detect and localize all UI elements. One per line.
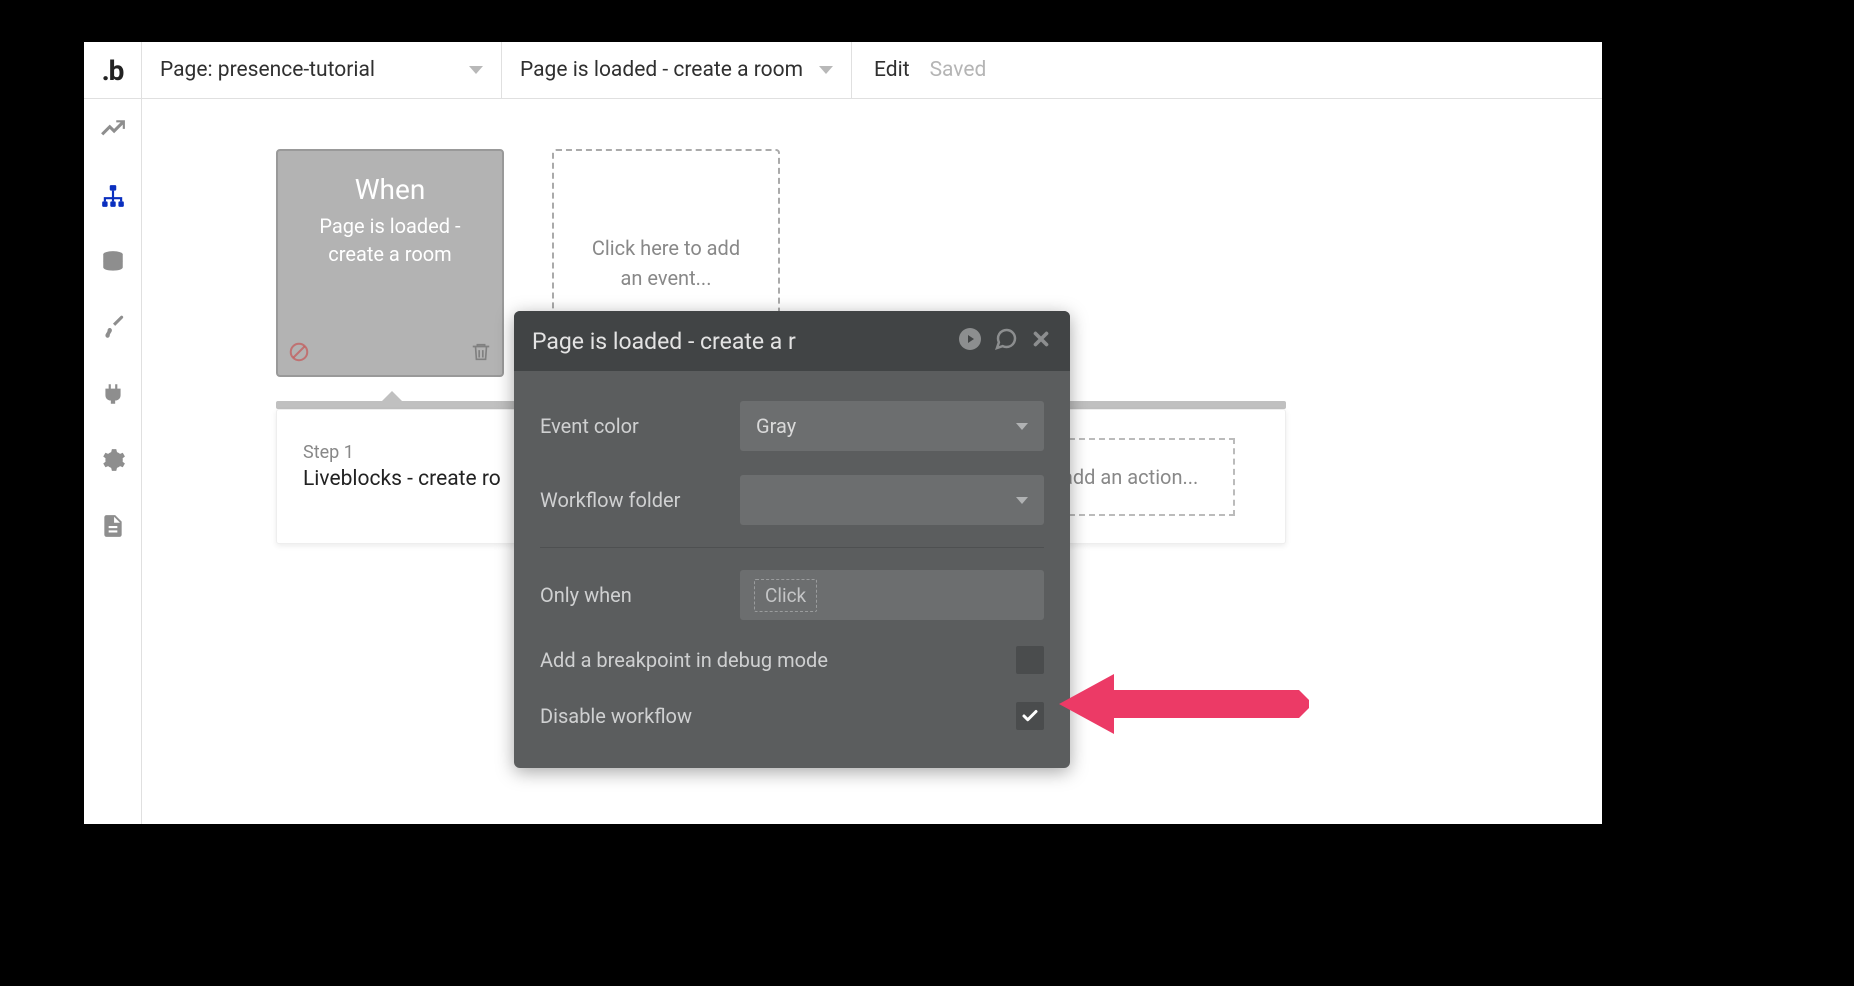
workflow-dropdown[interactable]: Page is loaded - create a room — [502, 42, 852, 98]
close-icon[interactable] — [1030, 328, 1052, 354]
logo[interactable]: .b — [84, 42, 142, 98]
workflow-dropdown-label: Page is loaded - create a room — [520, 58, 803, 82]
chevron-down-icon — [819, 66, 833, 74]
app-frame: .b Page: presence-tutorial Page is loade… — [84, 42, 1602, 824]
disabled-icon — [288, 341, 310, 367]
step-title: Liveblocks - create ro — [303, 467, 501, 491]
edit-button[interactable]: Edit — [874, 58, 910, 82]
styles-icon[interactable] — [100, 315, 126, 341]
add-event-label: Click here to add an event... — [582, 233, 750, 293]
popup-title: Page is loaded - create a r — [532, 328, 796, 355]
only-when-input[interactable]: Click — [740, 570, 1044, 620]
event-footer-icons — [278, 341, 502, 367]
play-icon[interactable] — [958, 327, 982, 355]
chevron-down-icon — [1016, 423, 1028, 430]
saved-status: Saved — [930, 58, 987, 82]
event-when-label: When — [292, 173, 488, 206]
only-when-placeholder: Click — [754, 579, 817, 612]
event-color-label: Event color — [540, 414, 740, 438]
event-color-value: Gray — [756, 414, 796, 438]
row-workflow-folder: Workflow folder — [540, 463, 1044, 537]
event-color-select[interactable]: Gray — [740, 401, 1044, 451]
divider — [540, 547, 1044, 548]
chevron-down-icon — [469, 66, 483, 74]
row-event-color: Event color Gray — [540, 389, 1044, 463]
popup-header[interactable]: Page is loaded - create a r — [514, 311, 1070, 371]
topbar: .b Page: presence-tutorial Page is loade… — [84, 42, 1602, 99]
logs-icon[interactable] — [100, 513, 126, 539]
disable-workflow-checkbox[interactable] — [1016, 702, 1044, 730]
page-dropdown-label: Page: presence-tutorial — [160, 58, 375, 82]
design-icon[interactable] — [100, 117, 126, 143]
plugins-icon[interactable] — [100, 381, 126, 407]
settings-icon[interactable] — [100, 447, 126, 473]
edit-save-cell: Edit Saved — [852, 42, 1008, 98]
step-number: Step 1 — [303, 442, 501, 463]
comment-icon[interactable] — [994, 327, 1018, 355]
only-when-label: Only when — [540, 583, 740, 607]
event-properties-popup: Page is loaded - create a r — [514, 311, 1070, 768]
popup-header-icons — [958, 327, 1052, 355]
trash-icon[interactable] — [470, 341, 492, 367]
row-breakpoint: Add a breakpoint in debug mode — [540, 632, 1044, 688]
main-area: When Page is loaded - create a room Clic… — [84, 99, 1602, 824]
popup-body: Event color Gray Workflow folder — [514, 371, 1070, 768]
workflow-icon[interactable] — [100, 183, 126, 209]
event-card-selected[interactable]: When Page is loaded - create a room — [276, 149, 504, 377]
breakpoint-checkbox[interactable] — [1016, 646, 1044, 674]
sidebar — [84, 99, 142, 824]
event-desc: Page is loaded - create a room — [292, 212, 488, 268]
page-dropdown[interactable]: Page: presence-tutorial — [142, 42, 502, 98]
workflow-folder-select[interactable] — [740, 475, 1044, 525]
logo-text: .b — [102, 54, 124, 87]
chevron-down-icon — [1016, 497, 1028, 504]
disable-workflow-label: Disable workflow — [540, 704, 692, 728]
row-disable-workflow: Disable workflow — [540, 688, 1044, 744]
data-icon[interactable] — [100, 249, 126, 275]
row-only-when: Only when Click — [540, 558, 1044, 632]
workflow-folder-label: Workflow folder — [540, 488, 740, 512]
annotation-arrow — [1059, 666, 1319, 796]
step-text[interactable]: Step 1 Liveblocks - create ro — [303, 442, 501, 491]
breakpoint-label: Add a breakpoint in debug mode — [540, 648, 828, 672]
workflow-canvas: When Page is loaded - create a room Clic… — [142, 99, 1602, 824]
